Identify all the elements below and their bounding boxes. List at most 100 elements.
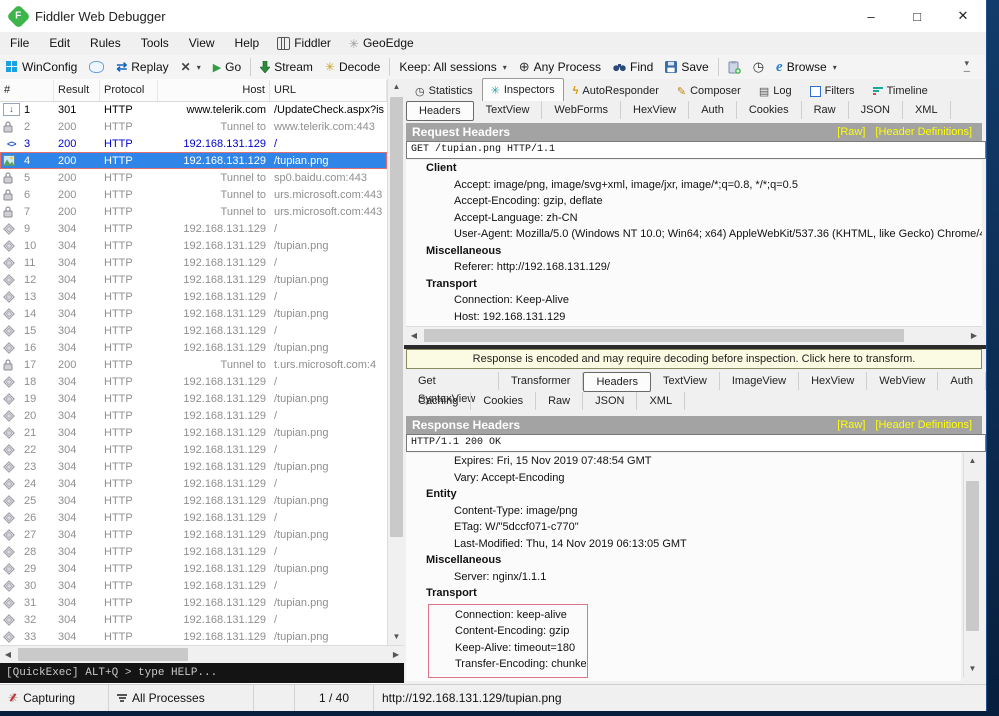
scroll-left-arrow[interactable]: ◀ (406, 327, 422, 344)
header-line[interactable]: Referer: http://192.168.131.129/ (406, 259, 982, 276)
response-tab-auth[interactable]: Auth (938, 372, 986, 390)
maximize-button[interactable]: □ (894, 0, 940, 32)
header-line[interactable]: Content-Encoding: gzip (429, 623, 587, 640)
response-start-line[interactable]: HTTP/1.1 200 OK (406, 434, 986, 452)
session-row[interactable]: 23304HTTP192.168.131.129/tupian.png (0, 458, 387, 475)
minimize-button[interactable]: – (848, 0, 894, 32)
session-horizontal-scrollbar[interactable]: ◀ ▶ (0, 645, 404, 663)
menu-rules[interactable]: Rules (80, 32, 131, 55)
session-row[interactable]: 26304HTTP192.168.131.129/ (0, 509, 387, 526)
response-tab-raw[interactable]: Raw (536, 392, 583, 410)
request-tab-headers[interactable]: Headers (406, 101, 474, 121)
find-button[interactable]: Find (607, 56, 659, 78)
header-group-client[interactable]: Client (406, 160, 982, 177)
menu-edit[interactable]: Edit (39, 32, 80, 55)
scroll-up-arrow[interactable]: ▲ (964, 453, 981, 469)
session-row[interactable]: 21304HTTP192.168.131.129/tupian.png (0, 424, 387, 441)
timer-button[interactable]: ◷ (747, 56, 770, 78)
response-tab-caching[interactable]: Caching (406, 392, 471, 410)
response-vertical-scrollbar[interactable]: ▲ ▼ (963, 453, 981, 677)
scroll-right-arrow[interactable]: ▶ (966, 327, 982, 344)
scroll-down-arrow[interactable]: ▼ (964, 661, 981, 677)
screenshot-button[interactable] (722, 56, 747, 78)
header-line[interactable]: Content-Type: image/png (406, 503, 961, 520)
response-tab-transformer[interactable]: Transformer (499, 372, 584, 390)
scroll-down-arrow[interactable]: ▼ (388, 629, 405, 645)
request-tab-hexview[interactable]: HexView (621, 101, 689, 119)
session-row[interactable]: 32304HTTP192.168.131.129/ (0, 611, 387, 628)
session-row[interactable]: 28304HTTP192.168.131.129/ (0, 543, 387, 560)
header-line[interactable]: Connection: keep-alive (429, 607, 587, 624)
decode-button[interactable]: ✳ Decode (319, 56, 386, 78)
scroll-thumb[interactable] (966, 481, 979, 631)
menu-tools[interactable]: Tools (131, 32, 179, 55)
replay-button[interactable]: ⇄ Replay (110, 56, 174, 78)
response-tab-cookies[interactable]: Cookies (471, 392, 536, 410)
raw-link[interactable]: [Raw] (837, 416, 875, 434)
session-row[interactable]: 5200HTTPTunnel tosp0.baidu.com:443 (0, 169, 387, 186)
header-definitions-link[interactable]: [Header Definitions] (875, 416, 982, 434)
menu-file[interactable]: File (0, 32, 39, 55)
column-url[interactable]: URL (270, 80, 387, 101)
header-line[interactable]: User-Agent: Mozilla/5.0 (Windows NT 10.0… (406, 226, 982, 243)
go-button[interactable]: ▶ Go (207, 56, 247, 78)
tab-filters[interactable]: Filters (801, 80, 864, 101)
header-line[interactable]: ETag: W/"5dccf071-c770" (406, 519, 961, 536)
session-row[interactable]: 24304HTTP192.168.131.129/ (0, 475, 387, 492)
menu-fiddler[interactable]: Fiddler (294, 32, 341, 55)
response-tab-headers[interactable]: Headers (583, 372, 651, 392)
tab-inspectors[interactable]: ✳Inspectors (482, 78, 564, 101)
scroll-left-arrow[interactable]: ◀ (0, 646, 16, 663)
browse-button[interactable]: e Browse▾ (770, 56, 843, 78)
header-group-transport[interactable]: Transport (406, 585, 961, 602)
header-line[interactable]: Server: nginx/1.1.1 (406, 569, 961, 586)
comment-button[interactable] (83, 56, 110, 78)
header-line[interactable]: Vary: Accept-Encoding (406, 470, 961, 487)
scroll-thumb[interactable] (424, 329, 904, 342)
quickexec-box[interactable]: [QuickExec] ALT+Q > type HELP... (0, 663, 404, 683)
menu-geoedge[interactable]: GeoEdge (363, 32, 424, 55)
process-filter-toggle[interactable]: All Processes (109, 685, 254, 711)
response-tab-get-syntaxview[interactable]: Get SyntaxView (406, 372, 499, 390)
header-group-miscellaneous[interactable]: Miscellaneous (406, 243, 982, 260)
header-line[interactable]: Accept: image/png, image/svg+xml, image/… (406, 177, 982, 194)
session-row[interactable]: 25304HTTP192.168.131.129/tupian.png (0, 492, 387, 509)
session-row[interactable]: ↓1301HTTPwww.telerik.com/UpdateCheck.asp… (0, 101, 387, 118)
request-tab-textview[interactable]: TextView (474, 101, 543, 119)
request-tab-cookies[interactable]: Cookies (737, 101, 802, 119)
session-row[interactable]: 15304HTTP192.168.131.129/ (0, 322, 387, 339)
tab-composer[interactable]: ✎Composer (668, 80, 750, 101)
header-line[interactable]: Last-Modified: Thu, 14 Nov 2019 06:13:05… (406, 536, 961, 553)
response-tab-textview[interactable]: TextView (651, 372, 720, 390)
header-line[interactable]: Transfer-Encoding: chunked (429, 656, 587, 673)
save-button[interactable]: Save (659, 56, 714, 78)
request-start-line[interactable]: GET /tupian.png HTTP/1.1 (406, 141, 986, 159)
session-row[interactable]: 6200HTTPTunnel tours.microsoft.com:443 (0, 186, 387, 203)
column-result[interactable]: Result (54, 80, 100, 101)
menu-view[interactable]: View (179, 32, 225, 55)
session-row[interactable]: 12304HTTP192.168.131.129/tupian.png (0, 271, 387, 288)
tab-log[interactable]: ▤Log (750, 80, 801, 101)
column-protocol[interactable]: Protocol (100, 80, 158, 101)
scroll-thumb[interactable] (390, 97, 403, 537)
header-line[interactable]: Connection: Keep-Alive (406, 292, 982, 309)
toolbar-overflow-button[interactable]: ▾─ (964, 59, 970, 75)
capturing-toggle[interactable]: ✳ Capturing (0, 685, 109, 711)
scroll-up-arrow[interactable]: ▲ (388, 79, 405, 95)
request-tab-raw[interactable]: Raw (802, 101, 849, 119)
session-row[interactable]: 9304HTTP192.168.131.129/ (0, 220, 387, 237)
session-vertical-scrollbar[interactable]: ▲ ▼ (387, 79, 405, 645)
session-row[interactable]: 27304HTTP192.168.131.129/tupian.png (0, 526, 387, 543)
stream-button[interactable]: Stream (254, 56, 319, 78)
session-row[interactable]: 30304HTTP192.168.131.129/ (0, 577, 387, 594)
tab-autoresponder[interactable]: ϟAutoResponder (564, 80, 668, 101)
header-line[interactable]: Keep-Alive: timeout=180 (429, 640, 587, 657)
request-tab-auth[interactable]: Auth (689, 101, 737, 119)
session-row[interactable]: 11304HTTP192.168.131.129/ (0, 254, 387, 271)
session-row[interactable]: 16304HTTP192.168.131.129/tupian.png (0, 339, 387, 356)
remove-sessions-button[interactable]: ✕▾ (175, 56, 207, 78)
tab-timeline[interactable]: Timeline (864, 80, 937, 101)
keep-sessions-dropdown[interactable]: Keep: All sessions▾ (393, 56, 512, 78)
session-row[interactable]: 17200HTTPTunnel tot.urs.microsoft.com:4 (0, 356, 387, 373)
session-row[interactable]: 31304HTTP192.168.131.129/tupian.png (0, 594, 387, 611)
